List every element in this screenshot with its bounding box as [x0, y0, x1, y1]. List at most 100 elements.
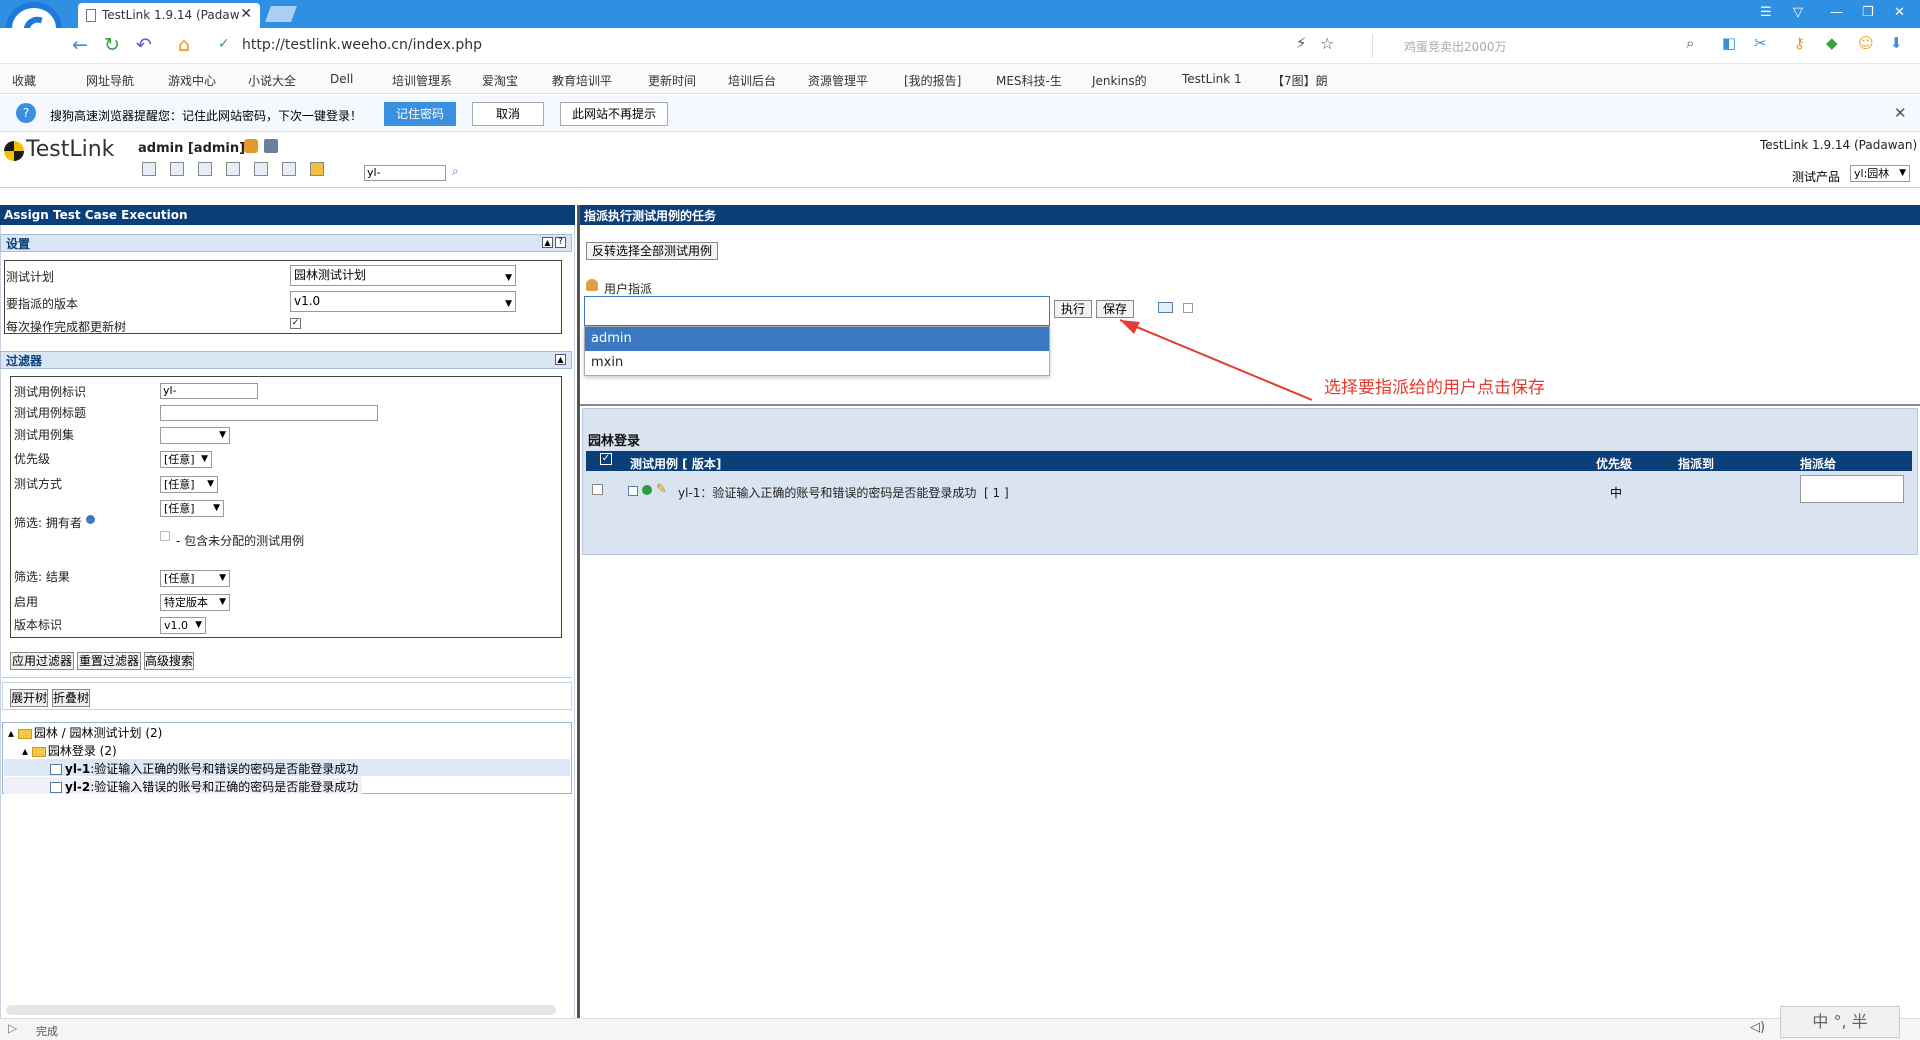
bookmark-item[interactable]: Jenkins的	[1092, 72, 1147, 89]
test-specification-icon[interactable]	[198, 162, 212, 176]
tc-id-input[interactable]: yl-	[160, 383, 258, 399]
toggle-all-button[interactable]: 反转选择全部测试用例	[586, 242, 718, 260]
col-priority[interactable]: 优先级	[1596, 455, 1632, 472]
reset-filter-button[interactable]: 重置过滤器	[77, 652, 141, 670]
refresh-icon[interactable]: ↻	[104, 34, 120, 56]
row-testcase[interactable]: yl-1：验证输入正确的账号和错误的密码是否能登录成功 [ 1 ]	[678, 484, 1009, 501]
bookmark-item[interactable]: 游戏中心	[168, 72, 216, 89]
pane-splitter[interactable]	[577, 205, 580, 1020]
game-icon[interactable]: ◆	[1826, 34, 1838, 52]
bookmark-item[interactable]: 收藏	[12, 72, 36, 89]
row-checkbox[interactable]	[592, 484, 603, 495]
enable-select[interactable]: 特定版本 ▼	[160, 594, 230, 611]
tree-root-node[interactable]: ▴ 园林 / 园林测试计划 (2)	[8, 724, 162, 741]
dropdown-option-admin[interactable]: admin	[585, 327, 1049, 351]
tools-icon[interactable]: ✂	[1754, 34, 1767, 52]
tree-suite-node[interactable]: ▴ 园林登录 (2)	[22, 742, 117, 759]
requirements-icon[interactable]	[170, 162, 184, 176]
bookmark-item[interactable]: 培训后台	[728, 72, 776, 89]
filter-build-select[interactable]: v1.0 ▼	[160, 617, 206, 634]
search-input[interactable]: 鸡蛋竞卖出2000万	[1404, 38, 1507, 55]
address-bar[interactable]: http://testlink.weeho.cn/index.php	[242, 37, 482, 53]
bookmark-item[interactable]: MES科技-生	[996, 72, 1062, 89]
bookmark-item[interactable]: 更新时间	[648, 72, 696, 89]
expand-tree-button[interactable]: 展开树	[10, 689, 48, 707]
smile-icon[interactable]: ☺	[1858, 34, 1874, 52]
execution-icon[interactable]	[226, 162, 240, 176]
minimize-icon[interactable]: —	[1830, 5, 1843, 20]
apply-filter-button[interactable]: 应用过滤器	[10, 652, 74, 670]
execute-icon[interactable]	[642, 485, 652, 495]
undo-icon[interactable]: ↶	[136, 34, 152, 56]
remember-password-button[interactable]: 记住密码	[384, 102, 456, 126]
col-testcase[interactable]: 测试用例 [ 版本]	[630, 455, 721, 472]
search-icon[interactable]: ⌕	[452, 164, 459, 179]
product-select[interactable]: yl:园林 ▼	[1850, 165, 1910, 182]
bookmark-item[interactable]: 小说大全	[248, 72, 296, 89]
close-window-icon[interactable]: ✕	[1894, 5, 1905, 20]
search-icon[interactable]: ⌕	[1686, 34, 1694, 52]
download-icon[interactable]: ⬇	[1890, 34, 1903, 52]
execute-button[interactable]: 执行	[1054, 300, 1092, 318]
bookmark-item[interactable]: 网址导航	[86, 72, 134, 89]
build-select[interactable]: v1.0 ▼	[290, 291, 516, 312]
never-prompt-button[interactable]: 此网站不再提示	[560, 102, 668, 126]
extension-icon[interactable]: ◧	[1722, 34, 1736, 52]
collapse-icon[interactable]: ▲	[555, 354, 566, 365]
help-icon[interactable]: ?	[555, 237, 566, 248]
unassigned-checkbox[interactable]	[160, 531, 170, 541]
tc-title-input[interactable]	[160, 405, 378, 421]
update-tree-checkbox[interactable]: ✓	[290, 318, 301, 329]
test-plan-select[interactable]: 园林测试计划 ▼	[290, 265, 516, 286]
lightning-icon[interactable]: ⚡	[1296, 34, 1307, 52]
ime-indicator[interactable]: 中 °, 半	[1780, 1006, 1900, 1038]
advanced-search-button[interactable]: 高级搜索	[144, 652, 194, 670]
events-icon[interactable]	[310, 162, 324, 176]
bookmark-item[interactable]: Dell	[330, 72, 353, 86]
collapse-icon[interactable]: ▲	[542, 237, 553, 248]
bookmark-item[interactable]: 资源管理平	[808, 72, 868, 89]
menu-icon[interactable]: ☰	[1760, 5, 1772, 20]
user-assign-input[interactable]	[584, 296, 1050, 326]
close-tab-icon[interactable]: ✕	[240, 6, 252, 22]
select-all-checkbox[interactable]: ✓	[600, 453, 612, 465]
bookmark-item[interactable]: TestLink 1	[1182, 72, 1242, 86]
col-assigned-to[interactable]: 指派到	[1678, 455, 1714, 472]
user-settings-icon[interactable]	[244, 139, 258, 153]
horizontal-scrollbar[interactable]	[6, 1005, 556, 1015]
col-assign-to[interactable]: 指派给	[1800, 455, 1836, 472]
exec-type-select[interactable]: [任意] ▼	[160, 476, 218, 493]
bookmark-item[interactable]: 教育培训平	[552, 72, 612, 89]
home-icon[interactable]: ⌂	[178, 34, 190, 56]
logout-icon[interactable]	[264, 139, 278, 153]
header-search-input[interactable]: yl-	[364, 165, 446, 181]
bookmark-item[interactable]: [我的报告]	[904, 72, 961, 89]
play-icon[interactable]: ▷	[8, 1021, 17, 1035]
tree-case-node[interactable]: yl-2:验证输入错误的账号和正确的密码是否能登录成功	[50, 778, 358, 795]
bookmark-item[interactable]: 爱淘宝	[482, 72, 518, 89]
restore-icon[interactable]: ❐	[1862, 5, 1874, 20]
edit-pencil-icon[interactable]: ✎	[656, 482, 667, 497]
info-icon[interactable]	[86, 515, 95, 524]
bookmark-item[interactable]: 培训管理系	[392, 72, 452, 89]
suite-select[interactable]: ▼	[160, 427, 230, 444]
speaker-icon[interactable]: ◁)	[1750, 1020, 1765, 1035]
star-icon[interactable]: ☆	[1320, 34, 1334, 53]
collapse-tree-button[interactable]: 折叠树	[52, 689, 90, 707]
priority-select[interactable]: [任意] ▼	[160, 451, 212, 468]
key-icon[interactable]: ⚷	[1794, 34, 1805, 52]
reports-icon[interactable]	[254, 162, 268, 176]
dropdown-option-mxin[interactable]: mxin	[585, 351, 1049, 375]
result-select[interactable]: [任意] ▼	[160, 570, 230, 587]
home-icon[interactable]	[142, 162, 156, 176]
owner-select[interactable]: [任意] ▼	[160, 500, 224, 517]
testlink-logo[interactable]: TestLink	[26, 137, 114, 162]
users-icon[interactable]	[282, 162, 296, 176]
tree-case-node[interactable]: yl-1:验证输入正确的账号和错误的密码是否能登录成功	[50, 760, 358, 777]
back-icon[interactable]: ←	[72, 34, 88, 56]
skin-icon[interactable]: ▽	[1793, 5, 1803, 20]
close-prompt-icon[interactable]: ✕	[1894, 104, 1907, 122]
row-assign-select[interactable]	[1800, 475, 1904, 503]
bookmark-item[interactable]: 【7图】朗	[1272, 72, 1328, 89]
browser-tab[interactable]: TestLink 1.9.14 (Padaw ✕	[78, 3, 260, 28]
